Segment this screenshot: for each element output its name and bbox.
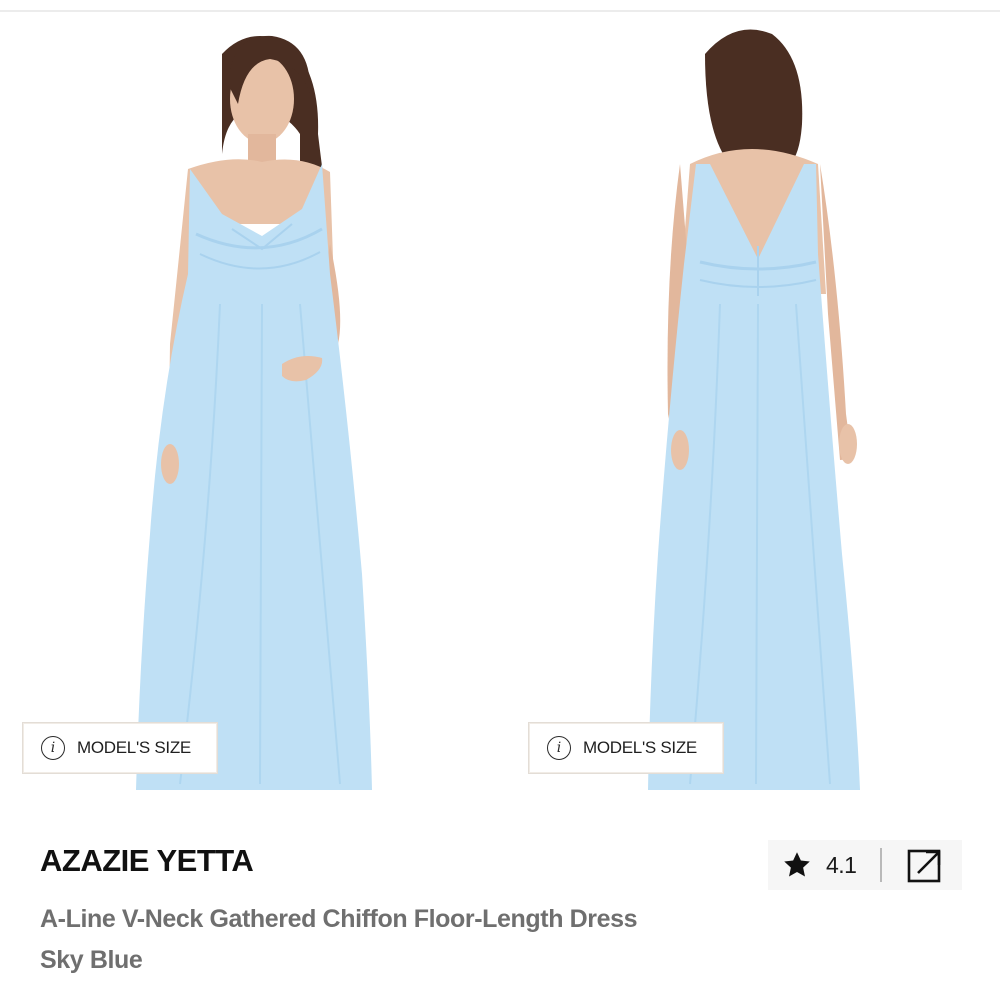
model-size-button[interactable]: i MODEL'S SIZE: [528, 722, 724, 774]
product-card: i MODEL'S SIZE i MODEL'S SIZE AZAZIE YET…: [0, 0, 1000, 1000]
top-divider: [0, 10, 1000, 12]
brand-title: AZAZIE YETTA: [40, 843, 254, 878]
model-size-button[interactable]: i MODEL'S SIZE: [22, 722, 218, 774]
star-icon: [782, 850, 812, 880]
rating-share-bar: 4.1: [768, 840, 962, 890]
rating-value[interactable]: 4.1: [826, 852, 857, 879]
info-icon: i: [547, 736, 571, 760]
product-name: A-Line V-Neck Gathered Chiffon Floor-Len…: [40, 905, 638, 933]
info-icon: i: [41, 736, 65, 760]
model-back-illustration: [648, 29, 860, 790]
product-color: Sky Blue: [40, 946, 143, 974]
model-front-illustration: [136, 35, 372, 790]
product-image-front[interactable]: i MODEL'S SIZE: [0, 14, 500, 814]
product-image-back[interactable]: i MODEL'S SIZE: [500, 14, 1000, 814]
model-size-label: MODEL'S SIZE: [583, 738, 697, 757]
image-gallery: i MODEL'S SIZE i MODEL'S SIZE: [0, 14, 1000, 814]
divider: [880, 848, 883, 882]
external-link-icon[interactable]: [906, 846, 944, 884]
model-size-label: MODEL'S SIZE: [77, 738, 191, 757]
